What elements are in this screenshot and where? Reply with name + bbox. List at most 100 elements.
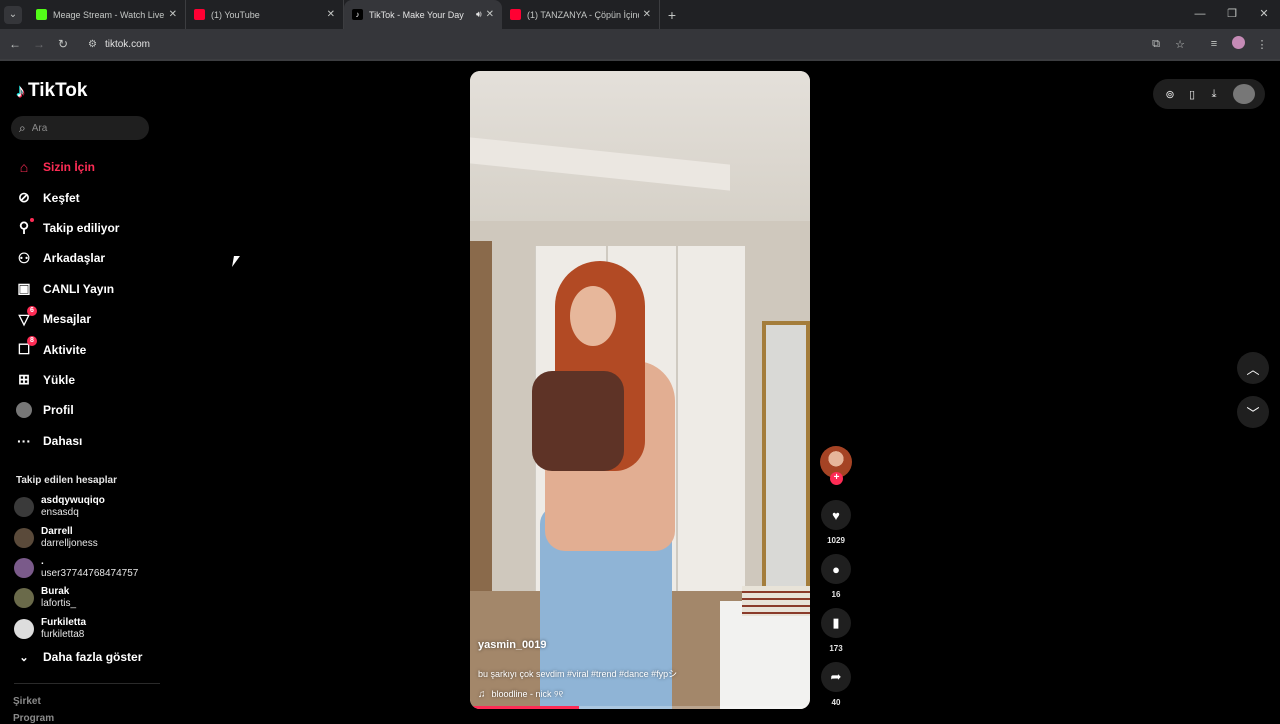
footer-link-program[interactable]: Program bbox=[13, 713, 54, 724]
chevron-down-icon: ﹀ bbox=[1246, 405, 1260, 421]
footer-link-company[interactable]: Şirket bbox=[13, 696, 41, 707]
save-count: 173 bbox=[829, 644, 843, 653]
tab-close-icon[interactable]: ✕ bbox=[643, 9, 651, 20]
search-input[interactable] bbox=[31, 122, 132, 134]
previous-video-button[interactable]: ︿ bbox=[1237, 352, 1269, 384]
video-scene-books bbox=[742, 586, 810, 616]
sidebar-item-friends[interactable]: ⚇ Arkadaşlar bbox=[16, 243, 156, 273]
browser-tab-youtube[interactable]: (1) YouTube ✕ bbox=[186, 0, 344, 29]
browser-toolbar: ← → ↻ ⚙ tiktok.com ⧉ ☆ ≡ ⋮ bbox=[0, 29, 1280, 59]
browser-tab-strip: ⌄ Meage Stream - Watch Live on ✕ (1) You… bbox=[0, 0, 1280, 29]
close-window-icon[interactable]: ✕ bbox=[1248, 0, 1280, 29]
video-music[interactable]: ♫ bloodline - nick ୨୧ bbox=[478, 689, 798, 700]
browser-tab-meage[interactable]: Meage Stream - Watch Live on ✕ bbox=[28, 0, 186, 29]
list-item[interactable]: Darrell darrelljoness bbox=[14, 522, 164, 552]
friends-icon: ⚇ bbox=[17, 249, 31, 266]
video-username[interactable]: yasmin_0019 bbox=[478, 639, 798, 651]
site-info-icon[interactable]: ⚙ bbox=[88, 39, 97, 50]
comment-button[interactable]: ● bbox=[821, 554, 851, 584]
sidebar-item-label: Mesajlar bbox=[43, 312, 92, 327]
notification-dot bbox=[30, 217, 34, 222]
share-button[interactable]: ➦ bbox=[821, 662, 851, 692]
top-right-controls: ⊚ ▯ ⤓ bbox=[1153, 79, 1265, 109]
sidebar-item-explore[interactable]: ⊘ Keşfet bbox=[16, 182, 156, 212]
video-scene-door bbox=[470, 241, 492, 591]
sidebar-item-following[interactable]: ⚲ Takip ediliyor bbox=[16, 213, 156, 243]
tab-close-icon[interactable]: ✕ bbox=[169, 9, 177, 20]
more-dots-icon: ··· bbox=[17, 432, 31, 449]
music-note-icon: ♫ bbox=[478, 689, 486, 700]
tab-title: Meage Stream - Watch Live on bbox=[53, 9, 165, 20]
sidebar-item-activity[interactable]: ☐ 8 Aktivite bbox=[16, 334, 156, 364]
search-box[interactable]: ⌕ bbox=[11, 116, 149, 140]
sidebar-item-label: Profil bbox=[43, 403, 74, 418]
list-item[interactable]: Furkiletta furkiletta8 bbox=[14, 614, 164, 644]
share-count: 40 bbox=[831, 698, 841, 707]
sidebar-nav: ⌂ Sizin İçin ⊘ Keşfet ⚲ Takip ediliyor ⚇… bbox=[16, 152, 156, 456]
video-player[interactable]: yasmin_0019 bu şarkıyı çok sevdim #viral… bbox=[470, 71, 810, 709]
mobile-app-icon[interactable]: ▯ bbox=[1181, 88, 1203, 101]
follow-button[interactable]: + bbox=[830, 472, 843, 485]
tiktok-note-icon: ♪ bbox=[16, 80, 25, 101]
account-handle: ensasdq bbox=[41, 507, 79, 519]
user-avatar[interactable] bbox=[1233, 84, 1255, 104]
tiktok-logo[interactable]: ♪ TikTok bbox=[16, 80, 87, 102]
sidebar-divider bbox=[14, 683, 160, 684]
avatar bbox=[14, 618, 34, 639]
kebab-menu-icon[interactable]: ⋮ bbox=[1250, 38, 1274, 51]
show-more-button[interactable]: ⌄ Daha fazla göster bbox=[16, 650, 142, 664]
toolbar-actions: ⧉ ☆ ≡ ⋮ bbox=[1144, 29, 1274, 59]
speaker-icon[interactable]: 🔊︎ bbox=[476, 9, 482, 20]
home-icon: ⌂ bbox=[19, 159, 29, 176]
install-app-icon[interactable]: ⧉ bbox=[1144, 38, 1168, 51]
tiktok-favicon-icon: ♪ bbox=[352, 9, 363, 20]
new-tab-button[interactable]: + bbox=[660, 7, 684, 23]
forward-arrow-icon[interactable]: → bbox=[27, 37, 51, 51]
sidebar-item-more[interactable]: ··· Dahası bbox=[16, 426, 156, 456]
video-description[interactable]: bu şarkıyı çok sevdim #viral #trend #dan… bbox=[478, 667, 798, 680]
address-bar[interactable]: ⚙ tiktok.com bbox=[80, 33, 1150, 55]
browser-tab-tiktok[interactable]: ♪ TikTok - Make Your Day 🔊︎ ✕ bbox=[344, 0, 502, 29]
following-section-title: Takip edilen hesaplar bbox=[16, 475, 117, 486]
sidebar-item-messages[interactable]: ▽ 6 Mesajlar bbox=[16, 304, 156, 334]
url-text: tiktok.com bbox=[104, 38, 150, 50]
list-item[interactable]: asdqywuqiqo ensasdq bbox=[14, 492, 164, 522]
video-progress-bar[interactable] bbox=[470, 706, 810, 709]
chevron-down-icon: ⌄ bbox=[19, 651, 29, 664]
download-icon[interactable]: ⤓ bbox=[1203, 88, 1225, 101]
tab-close-icon[interactable]: ✕ bbox=[327, 9, 335, 20]
like-count: 1029 bbox=[827, 536, 845, 545]
coins-icon[interactable]: ⊚ bbox=[1159, 88, 1181, 101]
sidebar-item-label: CANLI Yayın bbox=[43, 281, 115, 296]
tab-close-icon[interactable]: ✕ bbox=[486, 9, 494, 20]
sidebar-item-for-you[interactable]: ⌂ Sizin İçin bbox=[16, 152, 156, 182]
list-item[interactable]: Burak lafortis_ bbox=[14, 583, 164, 613]
tab-search-icon[interactable]: ⌄ bbox=[4, 5, 22, 24]
back-arrow-icon[interactable]: ← bbox=[3, 37, 27, 51]
logo-text: TikTok bbox=[28, 80, 88, 101]
video-scene-mirror bbox=[762, 321, 810, 591]
video-person-top bbox=[532, 371, 624, 471]
media-controls-icon[interactable]: ≡ bbox=[1202, 38, 1226, 50]
account-name: Furkiletta bbox=[41, 616, 87, 628]
bookmark-star-icon[interactable]: ☆ bbox=[1168, 38, 1192, 51]
tab-title: (1) TANZANYA - Çöpün İçinde bbox=[527, 9, 639, 20]
like-button[interactable]: ♥ bbox=[821, 500, 851, 530]
user-follow-icon: ⚲ bbox=[18, 219, 30, 236]
sidebar-item-profile[interactable]: Profil bbox=[16, 395, 156, 425]
profile-avatar-icon[interactable] bbox=[1226, 36, 1250, 52]
minimize-icon[interactable]: — bbox=[1184, 0, 1216, 29]
sidebar-item-live[interactable]: ▣ CANLI Yayın bbox=[16, 274, 156, 304]
sidebar-item-upload[interactable]: ⊞ Yükle bbox=[16, 365, 156, 395]
bookmark-icon: ▮ bbox=[832, 615, 840, 630]
comment-bubble-icon: ● bbox=[832, 561, 840, 577]
browser-tab-tanzanya[interactable]: (1) TANZANYA - Çöpün İçinde ✕ bbox=[502, 0, 660, 29]
search-icon[interactable]: ⌕ bbox=[19, 121, 26, 136]
list-item[interactable]: . user37744768474757 bbox=[14, 553, 164, 583]
save-button[interactable]: ▮ bbox=[821, 608, 851, 638]
activity-badge: 8 bbox=[27, 336, 37, 347]
restore-icon[interactable]: ❐ bbox=[1216, 0, 1248, 29]
reload-icon[interactable]: ↻ bbox=[51, 37, 75, 51]
avatar bbox=[14, 497, 34, 518]
next-video-button[interactable]: ﹀ bbox=[1237, 396, 1269, 428]
